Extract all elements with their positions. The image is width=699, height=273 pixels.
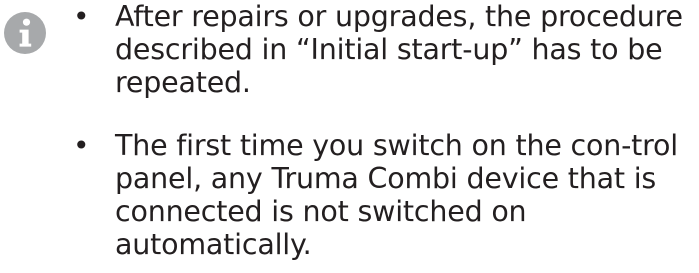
note-bullet-list: • After repairs or upgrades, the procedu… [73, 0, 693, 261]
note-text: The first time you switch on the con-tro… [115, 129, 678, 261]
bullet-mark: • [73, 129, 90, 162]
bullet-mark: • [73, 0, 90, 33]
info-icon [4, 12, 46, 54]
note-bullet-item: • The first time you switch on the con-t… [73, 129, 693, 261]
note-text: After repairs or upgrades, the procedure… [115, 0, 683, 99]
note-bullet-item: • After repairs or upgrades, the procedu… [73, 0, 693, 99]
